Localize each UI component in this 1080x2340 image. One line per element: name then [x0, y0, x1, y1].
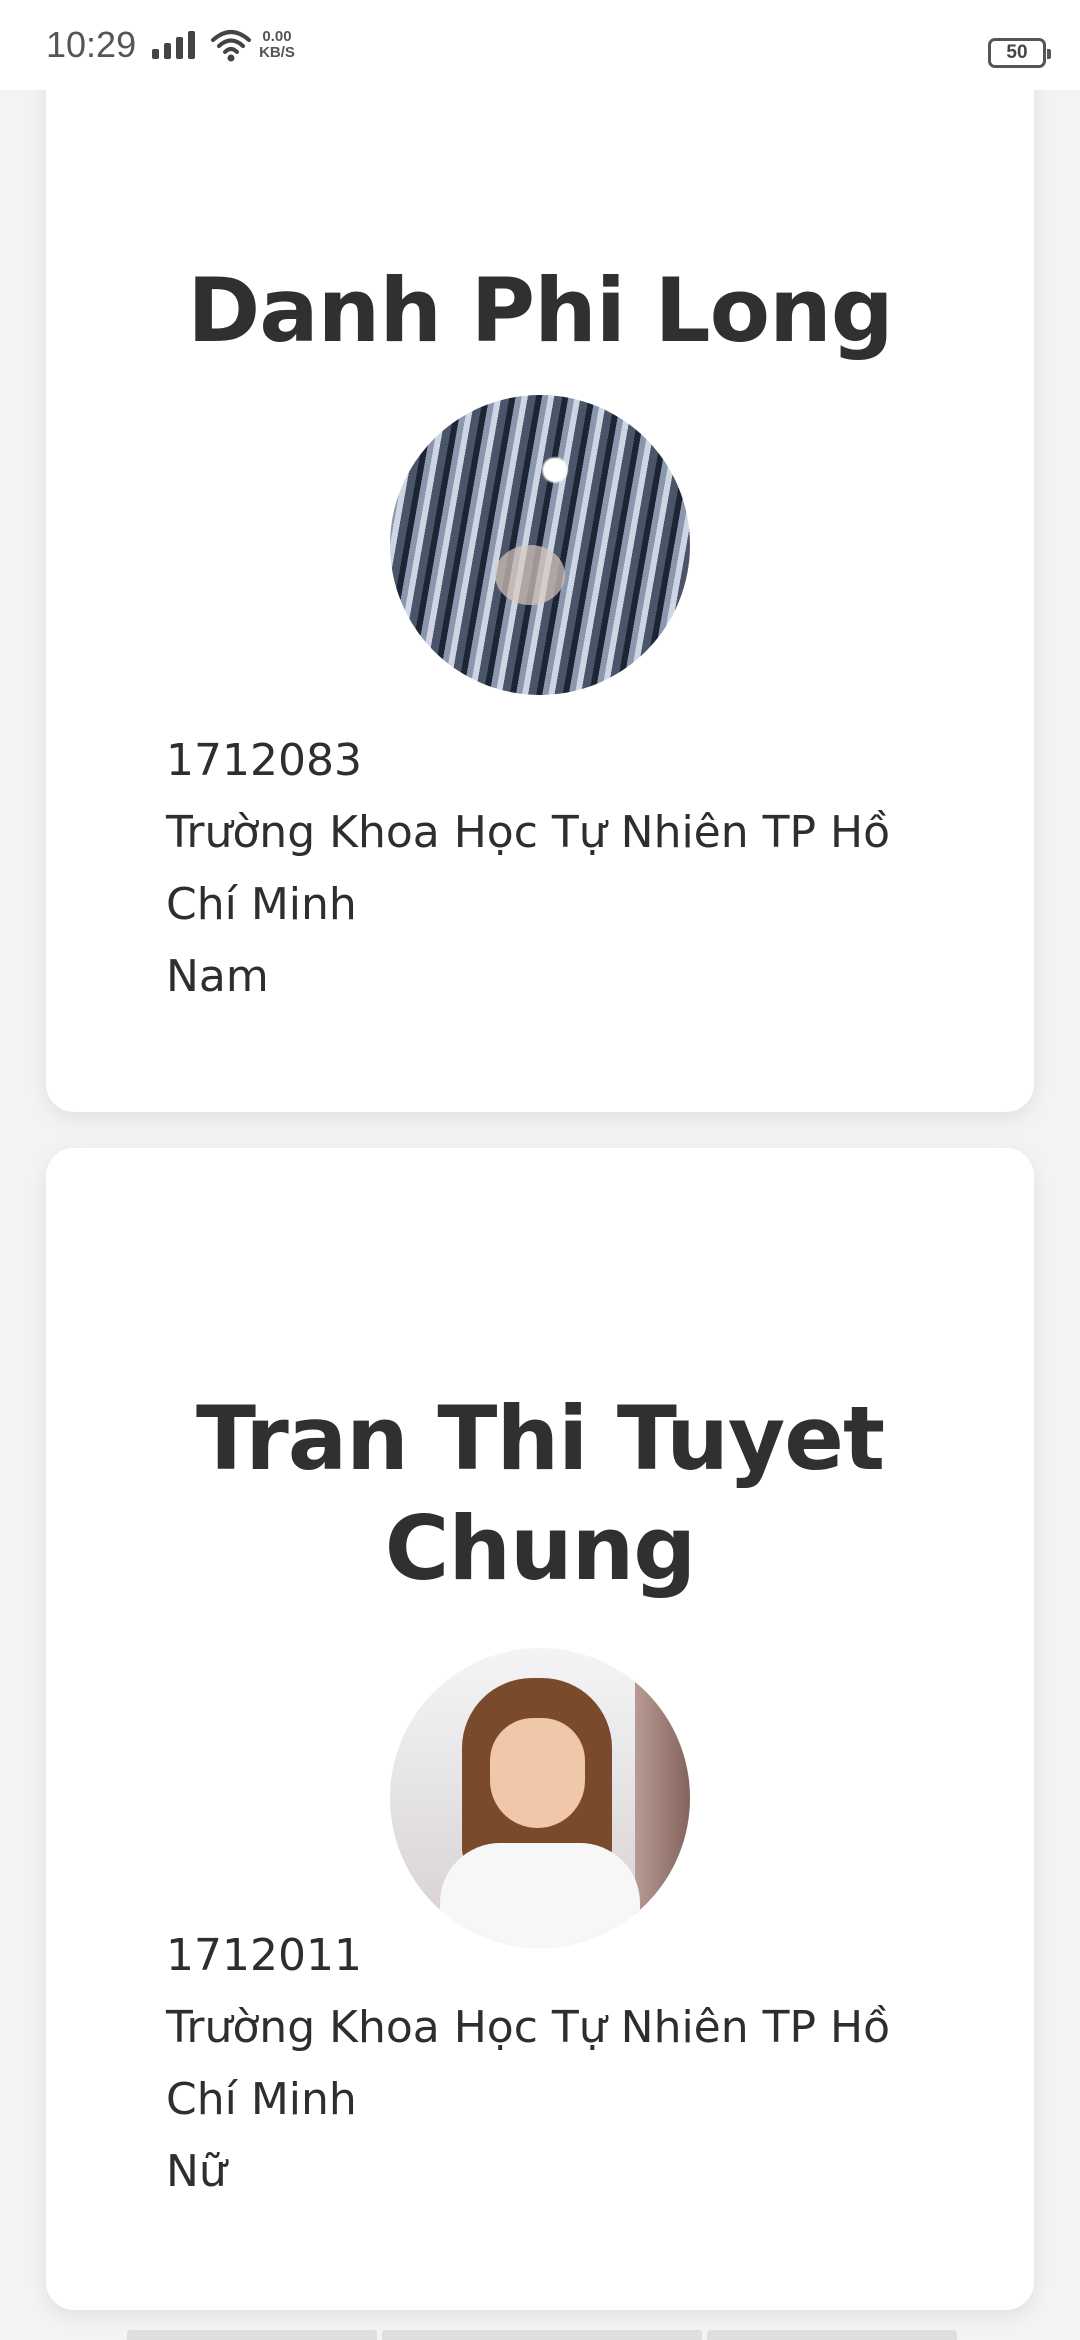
network-speed: 0.00 KB/S [259, 29, 295, 61]
avatar-face [490, 1718, 585, 1828]
gender: Nữ [166, 2146, 227, 2197]
network-speed-value: 0.00 [262, 28, 292, 45]
profile-card[interactable]: Tran Thi Tuyet Chung 1712011 Trường Khoa… [46, 1148, 1034, 2310]
battery-level: 50 [1006, 42, 1028, 63]
profile-name: Tran Thi Tuyet Chung [195, 1387, 885, 1600]
avatar [390, 1648, 690, 1948]
status-time: 10:29 [46, 24, 137, 65]
avatar [390, 395, 690, 695]
network-speed-unit: KB/S [259, 44, 295, 61]
bottom-tab-edge[interactable] [707, 2330, 957, 2340]
profile-info: 1712083 Trường Khoa Học Tự Nhiên TP Hồ C… [166, 725, 926, 1013]
school-name: Trường Khoa Học Tự Nhiên TP Hồ Chí Minh [166, 2002, 891, 2125]
profile-card[interactable]: Danh Phi Long 1712083 Trường Khoa Học Tự… [46, 60, 1034, 1112]
student-id: 1712011 [166, 1930, 362, 1981]
profile-info: 1712011 Trường Khoa Học Tự Nhiên TP Hồ C… [166, 1920, 926, 2208]
avatar-face [495, 545, 565, 605]
wifi-icon [211, 30, 252, 62]
status-bar: 10:29 0.00 KB/S 50 [0, 0, 1080, 90]
student-id: 1712083 [166, 735, 362, 786]
school-name: Trường Khoa Học Tự Nhiên TP Hồ Chí Minh [166, 807, 891, 930]
avatar-background [635, 1648, 690, 1948]
gender: Nam [166, 951, 269, 1002]
signal-icon [152, 31, 196, 59]
profile-name: Danh Phi Long [187, 259, 893, 362]
battery-icon: 50 [988, 38, 1051, 68]
bottom-tab-edge[interactable] [127, 2330, 377, 2340]
bottom-tab-edge[interactable] [382, 2330, 702, 2340]
